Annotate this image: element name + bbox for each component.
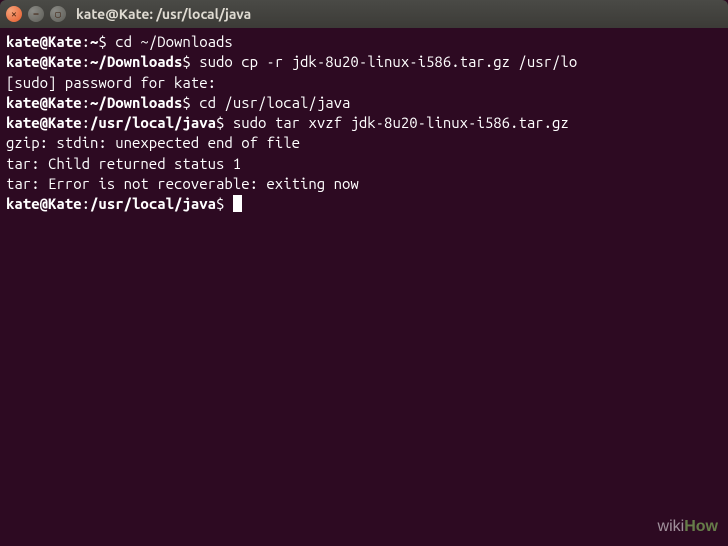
prompt-user: kate@Kate [6,94,82,111]
terminal-line: kate@Kate:/usr/local/java$ [6,194,722,214]
minimize-icon[interactable]: ― [28,6,44,22]
terminal-line: tar: Error is not recoverable: exiting n… [6,174,722,194]
prompt-path: ~/Downloads [90,53,182,70]
window-controls: ✕ ― ▢ [6,6,66,22]
terminal-line: [sudo] password for kate: [6,73,722,93]
command-text: sudo tar xvzf jdk-8u20-linux-i586.tar.gz [233,114,569,131]
titlebar: ✕ ― ▢ kate@Kate: /usr/local/java [0,0,728,28]
prompt-user: kate@Kate [6,33,82,50]
terminal-line: kate@Kate:~$ cd ~/Downloads [6,32,722,52]
prompt-dollar: $ [216,114,233,131]
watermark: wikiHow [658,518,718,536]
prompt-dollar: $ [216,195,233,212]
cursor [233,195,242,212]
terminal-line: gzip: stdin: unexpected end of file [6,133,722,153]
terminal-line: kate@Kate:~/Downloads$ sudo cp -r jdk-8u… [6,52,722,72]
command-text: cd ~/Downloads [115,33,233,50]
prompt-path: /usr/local/java [90,195,216,212]
terminal-line: kate@Kate:/usr/local/java$ sudo tar xvzf… [6,113,722,133]
prompt-user: kate@Kate [6,114,82,131]
watermark-how: How [684,518,718,535]
prompt-dollar: $ [182,94,199,111]
terminal-body[interactable]: kate@Kate:~$ cd ~/Downloadskate@Kate:~/D… [0,28,728,546]
prompt-path: ~/Downloads [90,94,182,111]
command-text: cd /usr/local/java [199,94,350,111]
watermark-wiki: wiki [658,518,685,535]
prompt-dollar: $ [98,33,115,50]
terminal-line: kate@Kate:~/Downloads$ cd /usr/local/jav… [6,93,722,113]
close-icon[interactable]: ✕ [6,6,22,22]
prompt-user: kate@Kate [6,53,82,70]
maximize-icon[interactable]: ▢ [50,6,66,22]
prompt-user: kate@Kate [6,195,82,212]
prompt-path: /usr/local/java [90,114,216,131]
window-title: kate@Kate: /usr/local/java [76,6,251,22]
command-text: sudo cp -r jdk-8u20-linux-i586.tar.gz /u… [199,53,577,70]
prompt-dollar: $ [182,53,199,70]
terminal-line: tar: Child returned status 1 [6,154,722,174]
